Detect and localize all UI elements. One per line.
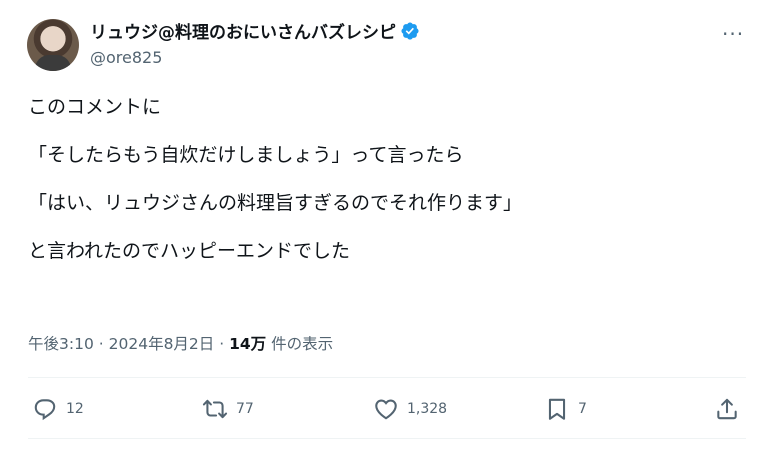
author-row: リュウジ@料理のおにいさんバズレシピ — [90, 18, 420, 43]
divider — [28, 438, 746, 439]
share-icon — [717, 398, 737, 420]
reply-icon — [34, 399, 56, 421]
retweet-count: 77 — [236, 401, 254, 417]
retweet-button[interactable]: 77 — [202, 396, 254, 422]
avatar[interactable] — [27, 19, 79, 71]
tweet-meta: 午後3:10 · 2024年8月2日 · 14万 件の表示 — [28, 332, 333, 354]
tweet-text: このコメントに 「そしたらもう自炊だけしましょう」って言ったら 「はい、リュウジ… — [28, 95, 748, 287]
views-label: 件の表示 — [271, 335, 334, 353]
share-button[interactable] — [714, 396, 740, 422]
author-handle[interactable]: @ore825 — [90, 48, 162, 67]
retweet-icon — [202, 399, 228, 419]
reply-button[interactable]: 12 — [32, 396, 84, 422]
meta-separator: · — [98, 335, 104, 353]
meta-separator: · — [219, 335, 225, 353]
like-count: 1,328 — [407, 401, 448, 417]
like-button[interactable]: 1,328 — [373, 396, 447, 422]
verified-badge-icon — [401, 21, 419, 40]
tweet-line: このコメントに — [28, 96, 162, 118]
action-bar: 12 77 1,328 7 — [28, 384, 746, 436]
tweet-date[interactable]: 2024年8月2日 — [109, 335, 215, 353]
more-icon[interactable]: ··· — [722, 22, 744, 46]
tweet-line: と言われたのでハッピーエンドでした — [28, 240, 351, 262]
author-name[interactable]: リュウジ@料理のおにいさんバズレシピ — [90, 18, 396, 43]
bookmark-count: 7 — [578, 401, 587, 417]
like-icon — [375, 399, 397, 420]
divider — [28, 377, 746, 378]
reply-count: 12 — [66, 401, 84, 417]
tweet-line: 「そしたらもう自炊だけしましょう」って言ったら — [28, 144, 464, 166]
tweet-line: 「はい、リュウジさんの料理旨すぎるのでそれ作ります」 — [28, 192, 523, 214]
bookmark-button[interactable]: 7 — [544, 396, 587, 422]
tweet-time[interactable]: 午後3:10 — [28, 335, 94, 353]
bookmark-icon — [548, 398, 566, 420]
views-count: 14万 — [229, 335, 267, 353]
